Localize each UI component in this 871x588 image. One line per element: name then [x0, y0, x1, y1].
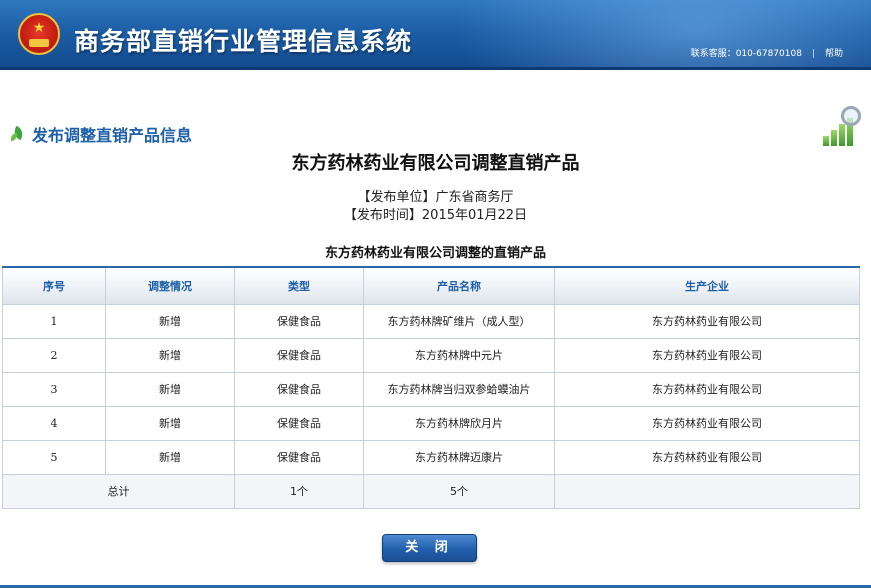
cell-index: 5	[2, 439, 106, 475]
chart-icon-bar	[831, 130, 837, 146]
banner-bottom-line	[0, 67, 871, 70]
leaf-icon	[10, 125, 26, 142]
publish-time-line: 【发布时间】2015年01月22日	[343, 208, 528, 223]
section-title: 发布调整直销产品信息	[32, 126, 193, 145]
cell-product-name: 东方药林牌矿维片（成人型）	[363, 303, 555, 339]
app-title: 商务部直销行业管理信息系统	[74, 27, 413, 56]
cell-type: 保健食品	[234, 439, 364, 475]
table-row: 2 新增 保健食品 东方药林牌中元片 东方药林药业有限公司	[2, 337, 860, 373]
cell-manufacturer: 东方药林药业有限公司	[554, 371, 860, 407]
magnifier-lens	[841, 106, 861, 126]
section-header: 发布调整直销产品信息	[10, 124, 193, 145]
cell-manufacturer: 东方药林药业有限公司	[554, 439, 860, 475]
table-row: 4 新增 保健食品 东方药林牌欣月片 东方药林药业有限公司	[2, 405, 860, 441]
total-product-count: 5个	[363, 473, 555, 509]
cell-type: 保健食品	[234, 337, 364, 373]
publisher-line: 【发布单位】广东省商务厅	[357, 190, 514, 205]
column-header-manufacturer: 生产企业	[554, 266, 860, 305]
table-row: 5 新增 保健食品 东方药林牌迈康片 东方药林药业有限公司	[2, 439, 860, 475]
help-link[interactable]: 帮助	[825, 49, 843, 59]
table-row: 3 新增 保健食品 东方药林牌当归双参蛤蟆油片 东方药林药业有限公司	[2, 371, 860, 407]
cell-index: 3	[2, 371, 106, 407]
cell-adjustment: 新增	[105, 371, 235, 407]
cell-product-name: 东方药林牌迈康片	[363, 439, 555, 475]
chart-icon-bar	[823, 136, 829, 146]
table-header-row: 序号 调整情况 类型 产品名称 生产企业	[2, 266, 860, 305]
header-separator: |	[811, 49, 815, 59]
cell-product-name: 东方药林牌欣月片	[363, 405, 555, 441]
cell-index: 1	[2, 303, 106, 339]
emblem-base	[29, 39, 49, 47]
table-caption: 东方药林药业有限公司调整的直销产品	[324, 246, 546, 261]
cell-manufacturer: 东方药林药业有限公司	[554, 303, 860, 339]
document-title: 东方药林药业有限公司调整直销产品	[291, 153, 580, 174]
header-banner: ★ 商务部直销行业管理信息系统 联系客服：010-67870108 | 帮助	[0, 0, 871, 70]
total-empty-cell	[554, 473, 860, 509]
products-table: 序号 调整情况 类型 产品名称 生产企业 1 新增 保健食品 东方药林牌矿维片（…	[2, 266, 860, 509]
cell-index: 4	[2, 405, 106, 441]
cell-adjustment: 新增	[105, 303, 235, 339]
cell-product-name: 东方药林牌当归双参蛤蟆油片	[363, 371, 555, 407]
total-type-count: 1个	[234, 473, 364, 509]
cell-adjustment: 新增	[105, 405, 235, 441]
column-header-adjustment: 调整情况	[105, 266, 235, 305]
national-emblem-icon: ★	[18, 13, 60, 55]
close-button[interactable]: 关 闭	[382, 534, 477, 562]
cell-type: 保健食品	[234, 303, 364, 339]
cell-index: 2	[2, 337, 106, 373]
emblem-star: ★	[32, 20, 46, 36]
column-header-type: 类型	[234, 266, 364, 305]
chart-magnifier-icon	[821, 106, 861, 148]
leaf-icon-leaf-2	[11, 133, 17, 141]
cell-manufacturer: 东方药林药业有限公司	[554, 405, 860, 441]
cell-type: 保健食品	[234, 371, 364, 407]
column-header-index: 序号	[2, 266, 106, 305]
cell-adjustment: 新增	[105, 337, 235, 373]
chart-icon-bar	[839, 124, 845, 146]
hotline-text: 联系客服：010-67870108	[690, 49, 802, 59]
cell-adjustment: 新增	[105, 439, 235, 475]
cell-product-name: 东方药林牌中元片	[363, 337, 555, 373]
cell-type: 保健食品	[234, 405, 364, 441]
header-links: 联系客服：010-67870108 | 帮助	[691, 46, 843, 59]
cell-manufacturer: 东方药林药业有限公司	[554, 337, 860, 373]
banner-glow	[411, 0, 871, 70]
column-header-product-name: 产品名称	[363, 266, 555, 305]
total-row: 总计 1个 5个	[2, 473, 860, 509]
table-row: 1 新增 保健食品 东方药林牌矿维片（成人型） 东方药林药业有限公司	[2, 303, 860, 339]
total-label: 总计	[2, 473, 235, 509]
